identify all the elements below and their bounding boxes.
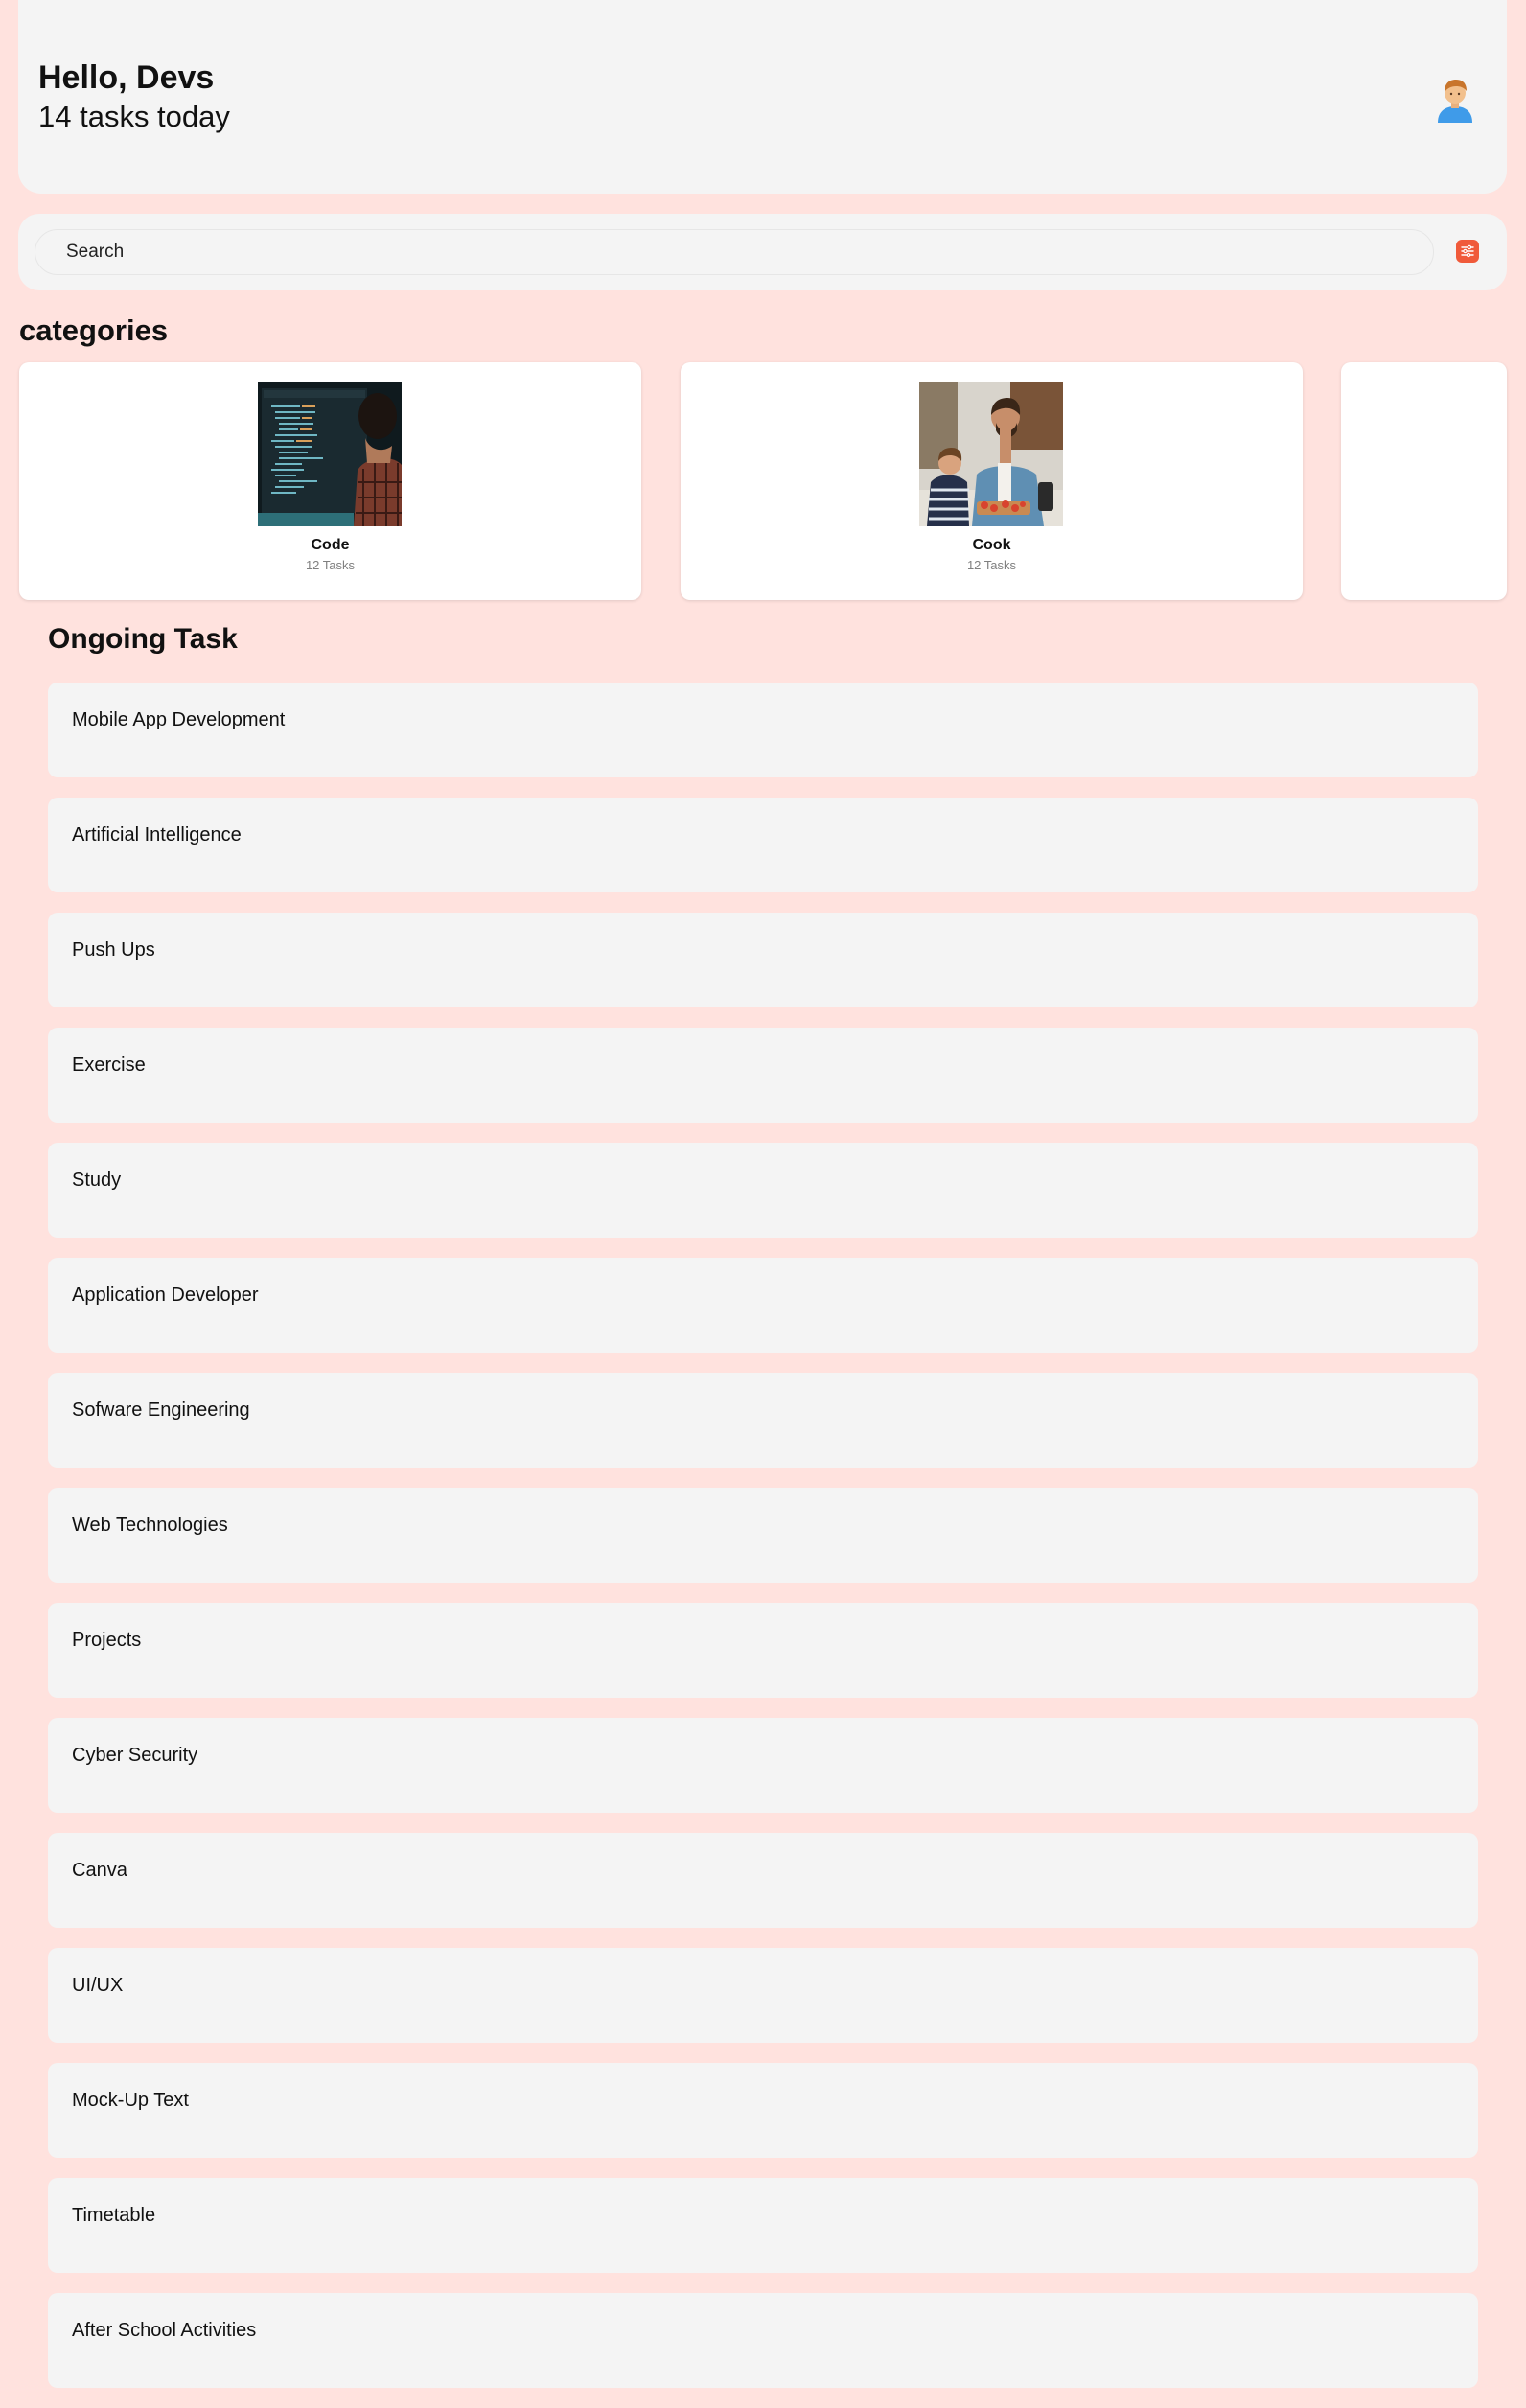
task-item[interactable]: Mock-Up Text <box>48 2063 1478 2158</box>
header-panel: Hello, Devs 14 tasks today <box>18 0 1507 194</box>
task-item[interactable]: After School Activities <box>48 2293 1478 2388</box>
task-label: Sofware Engineering <box>72 1400 250 1421</box>
task-label: Mobile App Development <box>72 709 286 730</box>
task-label: Timetable <box>72 2205 156 2226</box>
task-item[interactable]: Canva <box>48 1833 1478 1928</box>
task-label: Mock-Up Text <box>72 2090 189 2111</box>
person-avatar-icon[interactable] <box>1431 75 1479 123</box>
ongoing-task-list: Mobile App Development Artificial Intell… <box>48 683 1478 2408</box>
category-card-partial[interactable] <box>1341 362 1507 600</box>
task-label: Application Developer <box>72 1285 259 1306</box>
categories-heading: categories <box>19 313 169 347</box>
code-photo-graphic <box>258 382 402 526</box>
task-item[interactable]: Exercise <box>48 1028 1478 1123</box>
task-label: Study <box>72 1169 122 1191</box>
task-label: Exercise <box>72 1054 146 1076</box>
category-card-code[interactable]: Code 12 Tasks <box>19 362 641 600</box>
ongoing-task-heading: Ongoing Task <box>48 623 238 655</box>
father-son-cooking-photo <box>919 382 1063 526</box>
task-item[interactable]: Cyber Security <box>48 1718 1478 1813</box>
filter-button[interactable] <box>1456 240 1479 263</box>
avatar-graphic <box>1438 80 1472 123</box>
task-item[interactable]: Web Technologies <box>48 1488 1478 1583</box>
task-item[interactable]: Study <box>48 1143 1478 1238</box>
task-label: Canva <box>72 1860 127 1881</box>
task-label: Cyber Security <box>72 1745 198 1766</box>
greeting-title: Hello, Devs <box>38 59 215 96</box>
task-label: After School Activities <box>72 2320 257 2341</box>
person-coding-photo <box>258 382 402 526</box>
task-label: UI/UX <box>72 1975 124 1996</box>
task-item[interactable]: Push Ups <box>48 913 1478 1007</box>
tasks-today-subtitle: 14 tasks today <box>38 100 230 133</box>
task-item[interactable]: Sofware Engineering <box>48 1373 1478 1468</box>
task-label: Artificial Intelligence <box>72 824 242 845</box>
category-task-count: 12 Tasks <box>305 558 356 572</box>
sliders-icon <box>1461 244 1474 258</box>
category-card-cook[interactable]: Cook 12 Tasks <box>681 362 1303 600</box>
search-bar <box>18 214 1507 290</box>
task-item[interactable]: UI/UX <box>48 1948 1478 2043</box>
task-item[interactable]: Mobile App Development <box>48 683 1478 777</box>
task-label: Projects <box>72 1630 142 1651</box>
task-label: Push Ups <box>72 939 155 961</box>
task-label: Web Technologies <box>72 1515 228 1536</box>
task-item[interactable]: Artificial Intelligence <box>48 798 1478 892</box>
category-name: Cook <box>972 537 1011 553</box>
category-name: Code <box>311 537 350 553</box>
task-item[interactable]: Application Developer <box>48 1258 1478 1353</box>
task-item[interactable]: Timetable <box>48 2178 1478 2273</box>
cook-photo-graphic <box>919 382 1063 526</box>
category-task-count: 12 Tasks <box>966 558 1017 572</box>
search-input[interactable] <box>35 229 1434 275</box>
task-item[interactable]: Projects <box>48 1603 1478 1698</box>
